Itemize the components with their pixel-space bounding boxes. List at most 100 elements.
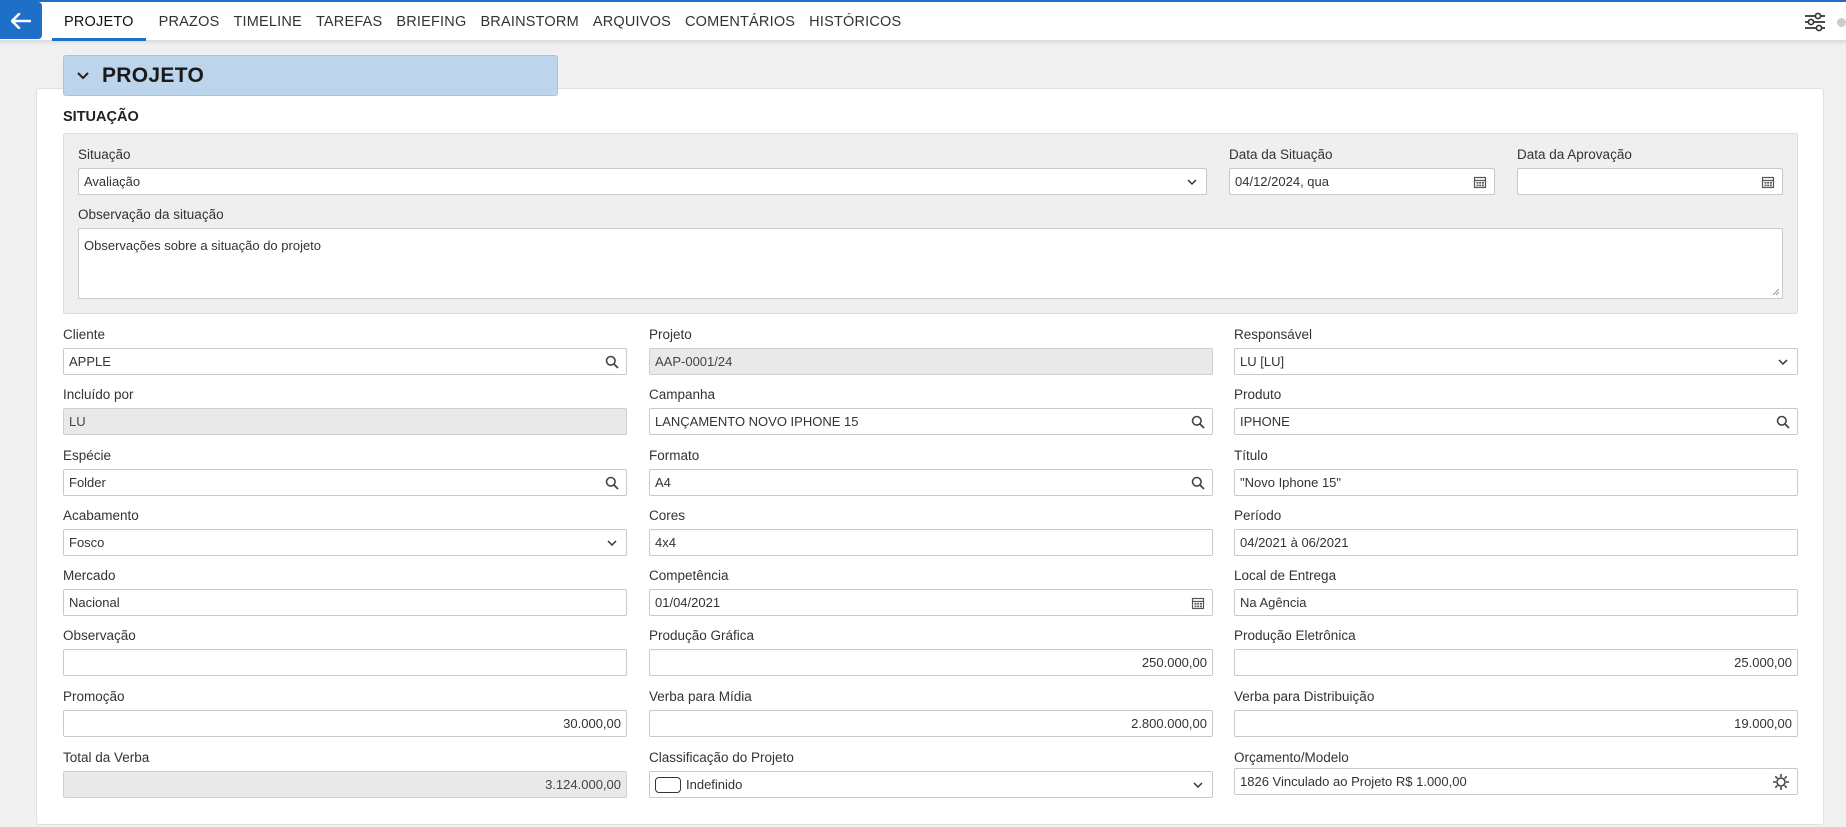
formato-input[interactable]: A4 bbox=[649, 469, 1213, 496]
tab-arquivos[interactable]: ARQUIVOS bbox=[586, 2, 678, 41]
color-swatch bbox=[655, 776, 681, 793]
local-entrega-value: Na Agência bbox=[1240, 595, 1307, 610]
projeto-input: AAP-0001/24 bbox=[649, 348, 1213, 375]
data-aprovacao-input[interactable] bbox=[1517, 168, 1783, 195]
mercado-value: Nacional bbox=[69, 595, 120, 610]
produto-input[interactable]: IPHONE bbox=[1234, 408, 1798, 435]
chevron-down-icon bbox=[1187, 179, 1197, 186]
search-icon[interactable] bbox=[605, 355, 619, 369]
verba-midia-input[interactable]: 2.800.000,00 bbox=[649, 710, 1213, 737]
search-icon[interactable] bbox=[1776, 415, 1790, 429]
mercado-input[interactable]: Nacional bbox=[63, 589, 627, 616]
verba-midia-value: 2.800.000,00 bbox=[1131, 716, 1207, 731]
acabamento-value: Fosco bbox=[69, 535, 105, 550]
local-entrega-input[interactable]: Na Agência bbox=[1234, 589, 1798, 616]
acabamento-select[interactable]: Fosco bbox=[63, 529, 627, 556]
search-icon[interactable] bbox=[1191, 415, 1205, 429]
settings-gear-icon[interactable] bbox=[1772, 773, 1790, 791]
incluido-por-label: Incluído por bbox=[63, 387, 134, 402]
promocao-value: 30.000,00 bbox=[563, 716, 621, 731]
situacao-label: Situação bbox=[78, 147, 131, 162]
situacao-select[interactable]: Avaliação bbox=[78, 168, 1207, 195]
chevron-down-icon bbox=[607, 540, 617, 547]
orcamento-input[interactable]: 1826 Vinculado ao Projeto R$ 1.000,00 bbox=[1234, 768, 1798, 795]
observacao-input[interactable] bbox=[63, 649, 627, 676]
arrow-left-icon bbox=[11, 12, 31, 29]
classificacao-select[interactable]: Indefinido bbox=[649, 771, 1213, 798]
periodo-input[interactable]: 04/2021 à 06/2021 bbox=[1234, 529, 1798, 556]
local-entrega-label: Local de Entrega bbox=[1234, 568, 1337, 583]
campanha-input[interactable]: LANÇAMENTO NOVO IPHONE 15 bbox=[649, 408, 1213, 435]
top-navigation-bar: PROJETO PRAZOS TIMELINE TAREFAS BRIEFING… bbox=[0, 0, 1846, 41]
chevron-down-icon bbox=[77, 71, 89, 79]
titulo-label: Título bbox=[1234, 448, 1268, 463]
producao-eletronica-value: 25.000,00 bbox=[1734, 655, 1792, 670]
observacao-label: Observação bbox=[63, 628, 136, 643]
produto-label: Produto bbox=[1234, 387, 1282, 402]
campanha-label: Campanha bbox=[649, 387, 716, 402]
verba-distribuicao-label: Verba para Distribuição bbox=[1234, 689, 1375, 704]
situacao-heading: SITUAÇÃO bbox=[63, 109, 139, 125]
data-situacao-input[interactable]: 04/12/2024, qua bbox=[1229, 168, 1495, 195]
data-aprovacao-label: Data da Aprovação bbox=[1517, 147, 1632, 162]
section-header-projeto[interactable]: PROJETO bbox=[63, 55, 558, 96]
responsavel-label: Responsável bbox=[1234, 327, 1313, 342]
chevron-down-icon bbox=[1193, 782, 1203, 789]
tab-projeto[interactable]: PROJETO bbox=[52, 2, 146, 41]
promocao-label: Promoção bbox=[63, 689, 125, 704]
competencia-input[interactable]: 01/04/2021 bbox=[649, 589, 1213, 616]
producao-eletronica-label: Produção Eletrônica bbox=[1234, 628, 1356, 643]
especie-value: Folder bbox=[69, 475, 106, 490]
cliente-input[interactable]: APPLE bbox=[63, 348, 627, 375]
observacao-situacao-label: Observação da situação bbox=[78, 207, 224, 222]
total-verba-value: 3.124.000,00 bbox=[545, 777, 621, 792]
tab-tarefas[interactable]: TAREFAS bbox=[309, 2, 389, 41]
producao-grafica-input[interactable]: 250.000,00 bbox=[649, 649, 1213, 676]
calendar-icon[interactable] bbox=[1191, 596, 1205, 610]
cores-label: Cores bbox=[649, 508, 686, 523]
tab-comentarios[interactable]: COMENTÁRIOS bbox=[678, 2, 802, 41]
observacao-situacao-textarea[interactable]: Observações sobre a situação do projeto bbox=[78, 228, 1783, 299]
incluido-por-value: LU bbox=[69, 414, 86, 429]
status-dot-icon bbox=[1837, 18, 1846, 27]
producao-eletronica-input[interactable]: 25.000,00 bbox=[1234, 649, 1798, 676]
competencia-label: Competência bbox=[649, 568, 729, 583]
tab-brainstorm[interactable]: BRAINSTORM bbox=[473, 2, 585, 41]
competencia-value: 01/04/2021 bbox=[655, 595, 721, 610]
verba-distribuicao-input[interactable]: 19.000,00 bbox=[1234, 710, 1798, 737]
tab-historicos[interactable]: HISTÓRICOS bbox=[802, 2, 908, 41]
search-icon[interactable] bbox=[605, 476, 619, 490]
promocao-input[interactable]: 30.000,00 bbox=[63, 710, 627, 737]
tab-briefing[interactable]: BRIEFING bbox=[389, 2, 473, 41]
classificacao-label: Classificação do Projeto bbox=[649, 750, 794, 765]
producao-grafica-value: 250.000,00 bbox=[1141, 655, 1207, 670]
total-verba-label: Total da Verba bbox=[63, 750, 150, 765]
verba-distribuicao-value: 19.000,00 bbox=[1734, 716, 1792, 731]
situacao-value: Avaliação bbox=[84, 174, 141, 189]
responsavel-select[interactable]: LU [LU] bbox=[1234, 348, 1798, 375]
data-situacao-label: Data da Situação bbox=[1229, 147, 1333, 162]
section-title: PROJETO bbox=[102, 63, 205, 87]
search-icon[interactable] bbox=[1191, 476, 1205, 490]
formato-value: A4 bbox=[655, 475, 671, 490]
observacao-situacao-value: Observações sobre a situação do projeto bbox=[84, 238, 322, 253]
orcamento-value: 1826 Vinculado ao Projeto R$ 1.000,00 bbox=[1240, 774, 1467, 789]
titulo-value: "Novo Iphone 15" bbox=[1240, 475, 1342, 490]
cliente-value: APPLE bbox=[69, 354, 111, 369]
calendar-icon[interactable] bbox=[1761, 175, 1775, 189]
back-button[interactable] bbox=[0, 2, 42, 39]
periodo-label: Período bbox=[1234, 508, 1282, 523]
especie-input[interactable]: Folder bbox=[63, 469, 627, 496]
settings-sliders-icon[interactable] bbox=[1804, 12, 1826, 32]
verba-midia-label: Verba para Mídia bbox=[649, 689, 752, 704]
acabamento-label: Acabamento bbox=[63, 508, 139, 523]
tab-prazos[interactable]: PRAZOS bbox=[152, 2, 227, 41]
cliente-label: Cliente bbox=[63, 327, 106, 342]
cores-input[interactable]: 4x4 bbox=[649, 529, 1213, 556]
tab-timeline[interactable]: TIMELINE bbox=[226, 2, 308, 41]
titulo-input[interactable]: "Novo Iphone 15" bbox=[1234, 469, 1798, 496]
resize-grip-icon[interactable] bbox=[1772, 288, 1780, 296]
calendar-icon[interactable] bbox=[1473, 175, 1487, 189]
projeto-value: AAP-0001/24 bbox=[655, 354, 733, 369]
data-situacao-value: 04/12/2024, qua bbox=[1235, 174, 1329, 189]
